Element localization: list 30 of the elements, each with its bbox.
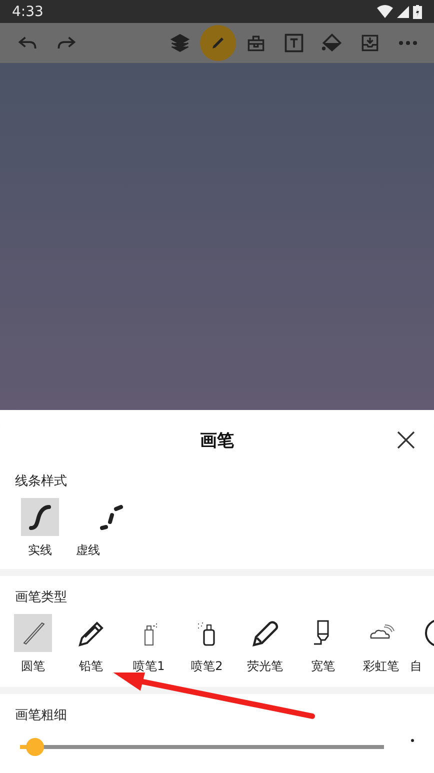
more-icon xyxy=(399,41,417,45)
inbox-icon xyxy=(359,32,381,54)
signal-icon xyxy=(397,6,409,18)
line-style-option[interactable] xyxy=(21,498,59,536)
paint-bucket-icon xyxy=(321,32,343,54)
option-label: 彩虹笔 xyxy=(363,658,399,675)
layers-icon xyxy=(169,32,191,54)
option-label: 自 xyxy=(410,658,422,675)
text-icon xyxy=(283,32,305,54)
marker-icon xyxy=(250,618,280,648)
option-label: 荧光笔 xyxy=(247,658,283,675)
section-label: 线条样式 xyxy=(14,473,68,490)
option-label: 圆笔 xyxy=(21,658,45,675)
option-label: 铅笔 xyxy=(79,658,103,675)
option-label: 宽笔 xyxy=(311,658,335,675)
thickness-slider[interactable] xyxy=(20,738,384,756)
section-label: 画笔类型 xyxy=(14,589,68,606)
close-icon[interactable] xyxy=(396,430,416,450)
option-label: 实线 xyxy=(28,542,52,559)
option-label: 喷笔2 xyxy=(191,658,223,675)
size-preview-dot xyxy=(411,739,414,742)
option-label: 喷笔1 xyxy=(133,658,165,675)
option-label: 虚线 xyxy=(76,542,100,559)
section-label: 画笔粗细 xyxy=(14,707,68,724)
slider-thumb[interactable] xyxy=(26,738,44,756)
status-time: 4:33 xyxy=(12,4,44,20)
tool-button[interactable] xyxy=(200,25,236,61)
wifi-icon xyxy=(377,5,393,18)
battery-icon xyxy=(413,4,422,18)
panel-title: 画笔 xyxy=(200,430,234,452)
